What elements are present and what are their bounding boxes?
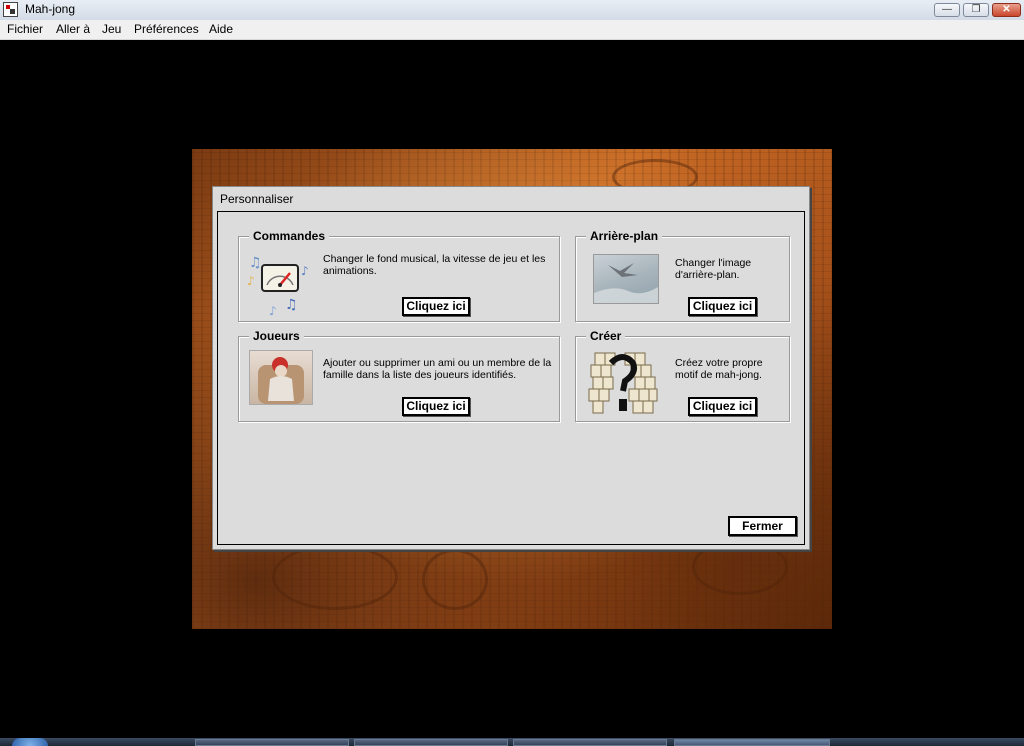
dialog-title: Personnaliser	[220, 192, 294, 206]
player-portrait-icon	[249, 350, 313, 405]
taskbar-item[interactable]	[354, 739, 508, 746]
svg-text:♫: ♫	[285, 297, 298, 313]
commandes-cliquez-ici-button[interactable]: Cliquez ici	[402, 297, 470, 316]
taskbar-item-active[interactable]	[674, 739, 830, 746]
background-image-icon	[593, 254, 659, 304]
svg-text:♫: ♫	[249, 255, 262, 271]
maximize-button[interactable]: ❐	[963, 3, 989, 17]
group-description-arriere-plan: Changer l'image d'arrière-plan.	[675, 257, 752, 281]
svg-text:♪: ♪	[269, 304, 277, 317]
svg-text:♪: ♪	[301, 264, 309, 278]
minimize-button[interactable]: —	[934, 3, 960, 17]
menu-aller-a[interactable]: Aller à	[56, 22, 90, 36]
menu-bar: Fichier Aller à Jeu Préférences Aide	[0, 20, 1024, 40]
start-button[interactable]	[12, 738, 48, 746]
close-icon: ✕	[1002, 4, 1011, 15]
personnaliser-dialog: Personnaliser Commandes ♫ ♪ ♪ ♫ ♪ Change…	[212, 186, 810, 550]
dialog-content: Commandes ♫ ♪ ♪ ♫ ♪ Changer le fond musi…	[217, 211, 805, 545]
group-description-creer: Créez votre propre motif de mah-jong.	[675, 357, 763, 381]
svg-text:♪: ♪	[247, 274, 255, 288]
group-description-commandes: Changer le fond musical, la vitesse de j…	[323, 253, 546, 277]
group-title-arriere-plan: Arrière-plan	[586, 229, 663, 243]
group-commandes: Commandes ♫ ♪ ♪ ♫ ♪ Changer le fond musi…	[238, 229, 560, 322]
background-swirl	[272, 544, 398, 610]
minimize-icon: —	[942, 4, 952, 15]
taskbar-item[interactable]	[195, 739, 349, 746]
gauge-music-icon: ♫ ♪ ♪ ♫ ♪	[245, 251, 313, 318]
group-creer: Créer Créez votre propre motif de mah-jo…	[575, 329, 790, 422]
taskbar-item[interactable]	[513, 739, 667, 746]
tile-layout-question-icon	[587, 349, 659, 415]
restore-icon: ❐	[971, 4, 981, 15]
group-title-joueurs: Joueurs	[249, 329, 304, 343]
fermer-button[interactable]: Fermer	[728, 516, 797, 536]
menu-preferences[interactable]: Préférences	[134, 22, 199, 36]
menu-jeu[interactable]: Jeu	[102, 22, 121, 36]
close-button[interactable]: ✕	[992, 3, 1021, 17]
group-title-commandes: Commandes	[249, 229, 330, 243]
arriere-plan-cliquez-ici-button[interactable]: Cliquez ici	[688, 297, 757, 316]
joueurs-cliquez-ici-button[interactable]: Cliquez ici	[402, 397, 470, 416]
window-title: Mah-jong	[25, 2, 76, 16]
creer-cliquez-ici-button[interactable]: Cliquez ici	[688, 397, 757, 416]
taskbar	[0, 738, 1024, 746]
group-title-creer: Créer	[586, 329, 626, 343]
mahjong-app-icon[interactable]	[3, 2, 18, 17]
group-joueurs: Joueurs Ajouter ou supprimer un ami ou u…	[238, 329, 560, 422]
group-arriere-plan: Arrière-plan Changer l'image d'arrière-p…	[575, 229, 790, 322]
menu-aide[interactable]: Aide	[209, 22, 233, 36]
group-description-joueurs: Ajouter ou supprimer un ami ou un membre…	[323, 357, 552, 381]
title-bar: Mah-jong — ❐ ✕	[0, 0, 1024, 21]
menu-fichier[interactable]: Fichier	[7, 22, 43, 36]
background-swirl	[422, 549, 488, 610]
